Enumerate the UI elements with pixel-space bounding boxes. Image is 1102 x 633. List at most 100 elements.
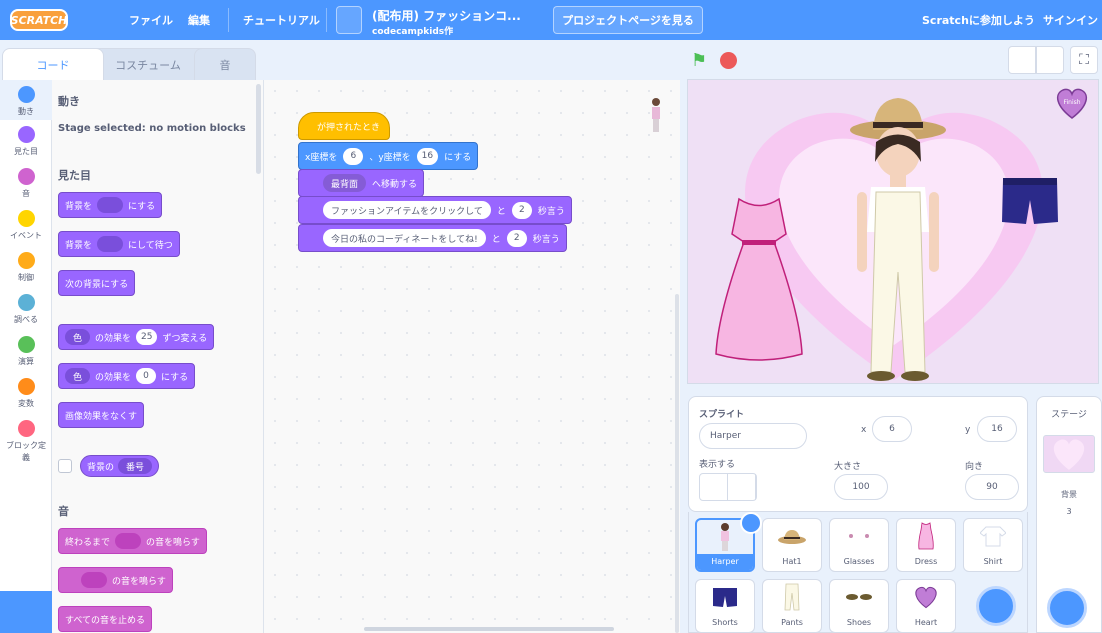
- seconds-input[interactable]: 2: [506, 229, 527, 247]
- message-input[interactable]: ファッションアイテムをクリックして: [323, 201, 491, 219]
- play-sound-until-done-block[interactable]: 終わるまで の音を鳴らす: [58, 528, 207, 554]
- finish-heart-button[interactable]: Finish: [1054, 86, 1090, 120]
- stop-icon[interactable]: [720, 52, 737, 69]
- stage-canvas[interactable]: Finish: [687, 79, 1099, 384]
- say-for-secs-block[interactable]: 今日の私のコーディネートをしてね! と 2 秒言う: [298, 224, 567, 252]
- block-text: の効果を: [95, 372, 132, 383]
- effect-value-input[interactable]: 0: [136, 368, 157, 384]
- sprite-tile-hat1[interactable]: Hat1: [762, 518, 822, 572]
- block-text: と: [496, 206, 506, 217]
- sprite-tile-shoes[interactable]: Shoes: [829, 579, 889, 633]
- backdrop-dropdown[interactable]: [97, 197, 124, 213]
- next-backdrop-block[interactable]: 次の背景にする: [58, 270, 136, 296]
- workspace-vertical-scrollbar[interactable]: [675, 294, 679, 633]
- clear-effects-block[interactable]: 画像効果をなくす: [58, 402, 145, 428]
- block-text: 背景を: [65, 201, 93, 212]
- change-effect-block[interactable]: 色 の効果を 25 ずつ変える: [58, 324, 215, 350]
- block-text: 終わるまで: [65, 537, 111, 548]
- effect-dropdown[interactable]: 色: [65, 329, 91, 345]
- category-variables[interactable]: 変数: [0, 378, 52, 409]
- dress-sprite[interactable]: [714, 194, 804, 364]
- show-toggle[interactable]: [699, 473, 757, 501]
- tab-code[interactable]: コード: [2, 48, 104, 80]
- backdrop-number-reporter[interactable]: 背景の 番号: [80, 455, 160, 477]
- direction-input[interactable]: 90: [965, 474, 1019, 500]
- shorts-sprite[interactable]: [1000, 176, 1060, 228]
- shorts-thumb-icon: [696, 580, 754, 614]
- switch-backdrop-wait-block[interactable]: 背景を にして待つ: [58, 231, 180, 257]
- show-hidden-button[interactable]: [728, 474, 756, 500]
- small-stage-button[interactable]: [1008, 46, 1036, 74]
- palette-scrollbar[interactable]: [256, 84, 261, 174]
- x-label: x: [861, 425, 867, 435]
- set-effect-block[interactable]: 色 の効果を 0 にする: [58, 363, 196, 389]
- block-text: 秒言う: [532, 234, 560, 245]
- category-operators[interactable]: 演算: [0, 336, 52, 367]
- script-workspace[interactable]: が押されたとき x座標を 6 、y座標を 16 にする 最背面 へ移動する ファ…: [264, 80, 680, 633]
- sprite-preview-icon: [652, 98, 660, 132]
- workspace-horizontal-scrollbar[interactable]: [364, 627, 614, 631]
- sprite-name: Shirt: [983, 557, 1003, 566]
- see-project-page-button[interactable]: プロジェクトページを見る: [553, 6, 703, 34]
- add-backdrop-button[interactable]: [1047, 588, 1087, 628]
- category-my-blocks[interactable]: ブロック定義: [0, 420, 52, 464]
- effect-dropdown[interactable]: 色: [65, 368, 91, 384]
- tab-costumes[interactable]: コスチューム: [86, 48, 210, 80]
- show-visible-button[interactable]: [700, 474, 728, 500]
- x-input[interactable]: 6: [343, 147, 364, 165]
- edit-menu[interactable]: 編集: [188, 0, 210, 40]
- category-looks[interactable]: 見た目: [0, 126, 52, 157]
- green-flag-icon[interactable]: ⚑: [691, 50, 707, 71]
- stage-header: ⚑ ⛶: [688, 44, 1102, 78]
- when-flag-clicked-hat-block[interactable]: が押されたとき: [298, 112, 390, 140]
- x-position-input[interactable]: 6: [872, 416, 912, 442]
- say-for-secs-block[interactable]: ファッションアイテムをクリックして と 2 秒言う: [298, 196, 572, 224]
- backdrop-attr-dropdown[interactable]: 番号: [118, 458, 153, 474]
- fullscreen-icon[interactable]: ⛶: [1070, 46, 1098, 74]
- sound-dropdown[interactable]: [115, 533, 142, 549]
- category-label: 音: [22, 189, 30, 198]
- effect-amount-input[interactable]: 25: [136, 329, 158, 345]
- add-sprite-button[interactable]: [976, 586, 1016, 626]
- category-sensing[interactable]: 調べる: [0, 294, 52, 325]
- category-events[interactable]: イベント: [0, 210, 52, 241]
- scratch-logo[interactable]: SCRATCH: [10, 9, 68, 31]
- backdrop-monitor-checkbox[interactable]: [58, 459, 72, 473]
- delete-sprite-button[interactable]: [740, 512, 762, 534]
- project-title[interactable]: (配布用) ファッションコ...: [372, 7, 521, 24]
- seconds-input[interactable]: 2: [511, 201, 532, 219]
- sprite-tile-glasses[interactable]: Glasses: [829, 518, 889, 572]
- category-sound[interactable]: 音: [0, 168, 52, 199]
- sprite-tile-shorts[interactable]: Shorts: [695, 579, 755, 633]
- tab-sounds[interactable]: 音: [194, 48, 256, 80]
- go-to-xy-block[interactable]: x座標を 6 、y座標を 16 にする: [298, 142, 479, 170]
- go-to-layer-block[interactable]: 最背面 へ移動する: [298, 169, 425, 197]
- backdrop-dropdown[interactable]: [97, 236, 124, 252]
- sound-dropdown[interactable]: [81, 572, 107, 588]
- sprite-tile-pants[interactable]: Pants: [762, 579, 822, 633]
- sign-in-link[interactable]: サインイン: [1043, 0, 1098, 40]
- tutorial-menu[interactable]: チュートリアル: [243, 0, 320, 40]
- harper-sprite[interactable]: [843, 92, 953, 382]
- category-control[interactable]: 制御: [0, 252, 52, 283]
- sprite-name-input[interactable]: Harper: [699, 423, 807, 449]
- sprite-tile-dress[interactable]: Dress: [896, 518, 956, 572]
- extension-button[interactable]: [0, 591, 52, 633]
- y-position-input[interactable]: 16: [977, 416, 1017, 442]
- sprite-tile-shirt[interactable]: Shirt: [963, 518, 1023, 572]
- y-input[interactable]: 16: [416, 147, 439, 165]
- message-input[interactable]: 今日の私のコーディネートをしてね!: [323, 229, 486, 247]
- category-motion[interactable]: 動き: [0, 80, 52, 120]
- switch-backdrop-block[interactable]: 背景を にする: [58, 192, 163, 218]
- sprite-name: Heart: [914, 618, 938, 627]
- large-stage-button[interactable]: [1036, 46, 1064, 74]
- project-thumbnail-box[interactable]: [336, 6, 362, 34]
- start-sound-block[interactable]: の音を鳴らす: [58, 567, 173, 593]
- control-dot-icon: [17, 252, 35, 269]
- stop-all-sounds-block[interactable]: すべての音を止める: [58, 606, 153, 632]
- file-menu[interactable]: ファイル: [129, 0, 173, 40]
- sprite-tile-heart[interactable]: Heart: [896, 579, 956, 633]
- layer-dropdown[interactable]: 最背面: [323, 174, 367, 192]
- join-scratch-link[interactable]: Scratchに参加しよう: [922, 0, 1035, 40]
- size-input[interactable]: 100: [834, 474, 888, 500]
